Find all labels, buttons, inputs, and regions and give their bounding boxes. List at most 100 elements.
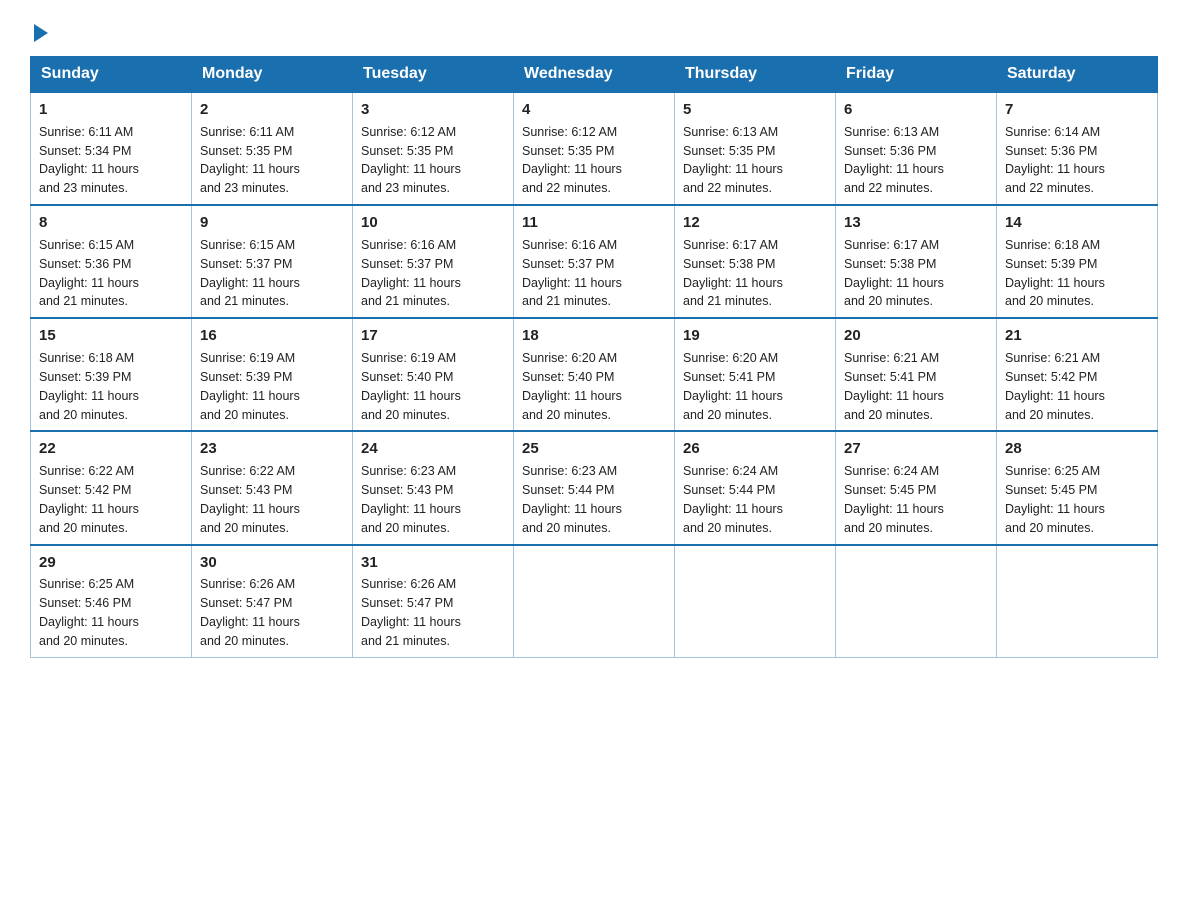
day-number: 26	[683, 438, 827, 460]
day-number: 13	[844, 212, 988, 234]
weekday-header-friday: Friday	[836, 57, 997, 93]
day-info: Sunrise: 6:16 AMSunset: 5:37 PMDaylight:…	[361, 238, 461, 309]
calendar-cell: 9 Sunrise: 6:15 AMSunset: 5:37 PMDaylight…	[192, 205, 353, 318]
day-number: 16	[200, 325, 344, 347]
calendar-table: SundayMondayTuesdayWednesdayThursdayFrid…	[30, 56, 1158, 658]
weekday-header-monday: Monday	[192, 57, 353, 93]
calendar-cell: 17Sunrise: 6:19 AMSunset: 5:40 PMDayligh…	[353, 318, 514, 431]
calendar-cell: 6 Sunrise: 6:13 AMSunset: 5:36 PMDaylight…	[836, 92, 997, 205]
calendar-cell: 15 Sunrise: 6:18 AMSunset: 5:39 PMDayligh…	[31, 318, 192, 431]
day-info: Sunrise: 6:12 AMSunset: 5:35 PMDaylight:…	[522, 125, 622, 196]
day-number: 8	[39, 212, 183, 234]
day-info: Sunrise: 6:21 AMSunset: 5:41 PMDaylight:…	[844, 351, 944, 422]
day-number: 5	[683, 99, 827, 121]
calendar-cell	[836, 545, 997, 658]
weekday-header-row: SundayMondayTuesdayWednesdayThursdayFrid…	[31, 57, 1158, 93]
calendar-cell: 31Sunrise: 6:26 AMSunset: 5:47 PMDayligh…	[353, 545, 514, 658]
calendar-cell: 10 Sunrise: 6:16 AMSunset: 5:37 PMDayligh…	[353, 205, 514, 318]
day-number: 28	[1005, 438, 1149, 460]
day-number: 1	[39, 99, 183, 121]
day-info: Sunrise: 6:18 AMSunset: 5:39 PMDaylight:…	[1005, 238, 1105, 309]
day-number: 10	[361, 212, 505, 234]
day-info: Sunrise: 6:12 AMSunset: 5:35 PMDaylight:…	[361, 125, 461, 196]
calendar-cell	[514, 545, 675, 658]
day-info: Sunrise: 6:14 AMSunset: 5:36 PMDaylight:…	[1005, 125, 1105, 196]
day-info: Sunrise: 6:17 AMSunset: 5:38 PMDaylight:…	[844, 238, 944, 309]
calendar-cell: 29Sunrise: 6:25 AMSunset: 5:46 PMDayligh…	[31, 545, 192, 658]
day-number: 7	[1005, 99, 1149, 121]
calendar-cell: 7 Sunrise: 6:14 AMSunset: 5:36 PMDaylight…	[997, 92, 1158, 205]
weekday-header-thursday: Thursday	[675, 57, 836, 93]
page-header	[30, 20, 1158, 38]
calendar-cell	[675, 545, 836, 658]
day-info: Sunrise: 6:13 AMSunset: 5:35 PMDaylight:…	[683, 125, 783, 196]
calendar-cell: 2 Sunrise: 6:11 AMSunset: 5:35 PMDaylight…	[192, 92, 353, 205]
calendar-cell: 19 Sunrise: 6:20 AMSunset: 5:41 PMDayligh…	[675, 318, 836, 431]
calendar-cell: 14 Sunrise: 6:18 AMSunset: 5:39 PMDayligh…	[997, 205, 1158, 318]
week-row-4: 22Sunrise: 6:22 AMSunset: 5:42 PMDayligh…	[31, 431, 1158, 544]
calendar-cell: 23 Sunrise: 6:22 AMSunset: 5:43 PMDayligh…	[192, 431, 353, 544]
day-number: 23	[200, 438, 344, 460]
week-row-5: 29Sunrise: 6:25 AMSunset: 5:46 PMDayligh…	[31, 545, 1158, 658]
calendar-cell: 25 Sunrise: 6:23 AMSunset: 5:44 PMDayligh…	[514, 431, 675, 544]
calendar-cell: 18 Sunrise: 6:20 AMSunset: 5:40 PMDayligh…	[514, 318, 675, 431]
day-number: 9	[200, 212, 344, 234]
day-info: Sunrise: 6:24 AMSunset: 5:45 PMDaylight:…	[844, 464, 944, 535]
weekday-header-saturday: Saturday	[997, 57, 1158, 93]
day-info: Sunrise: 6:22 AMSunset: 5:43 PMDaylight:…	[200, 464, 300, 535]
calendar-cell: 28Sunrise: 6:25 AMSunset: 5:45 PMDayligh…	[997, 431, 1158, 544]
day-info: Sunrise: 6:21 AMSunset: 5:42 PMDaylight:…	[1005, 351, 1105, 422]
logo-arrow-icon	[34, 24, 48, 42]
day-info: Sunrise: 6:23 AMSunset: 5:43 PMDaylight:…	[361, 464, 461, 535]
logo	[30, 20, 48, 38]
day-number: 30	[200, 552, 344, 574]
day-info: Sunrise: 6:15 AMSunset: 5:37 PMDaylight:…	[200, 238, 300, 309]
day-info: Sunrise: 6:20 AMSunset: 5:41 PMDaylight:…	[683, 351, 783, 422]
calendar-cell: 20 Sunrise: 6:21 AMSunset: 5:41 PMDayligh…	[836, 318, 997, 431]
week-row-3: 15 Sunrise: 6:18 AMSunset: 5:39 PMDayligh…	[31, 318, 1158, 431]
day-number: 22	[39, 438, 183, 460]
day-number: 15	[39, 325, 183, 347]
day-number: 19	[683, 325, 827, 347]
day-info: Sunrise: 6:11 AMSunset: 5:34 PMDaylight:…	[39, 125, 139, 196]
calendar-cell: 5 Sunrise: 6:13 AMSunset: 5:35 PMDaylight…	[675, 92, 836, 205]
day-number: 25	[522, 438, 666, 460]
day-number: 29	[39, 552, 183, 574]
day-info: Sunrise: 6:18 AMSunset: 5:39 PMDaylight:…	[39, 351, 139, 422]
day-info: Sunrise: 6:13 AMSunset: 5:36 PMDaylight:…	[844, 125, 944, 196]
calendar-cell: 27 Sunrise: 6:24 AMSunset: 5:45 PMDayligh…	[836, 431, 997, 544]
day-info: Sunrise: 6:15 AMSunset: 5:36 PMDaylight:…	[39, 238, 139, 309]
calendar-cell: 30Sunrise: 6:26 AMSunset: 5:47 PMDayligh…	[192, 545, 353, 658]
day-info: Sunrise: 6:16 AMSunset: 5:37 PMDaylight:…	[522, 238, 622, 309]
calendar-cell: 8 Sunrise: 6:15 AMSunset: 5:36 PMDaylight…	[31, 205, 192, 318]
calendar-cell: 26 Sunrise: 6:24 AMSunset: 5:44 PMDayligh…	[675, 431, 836, 544]
calendar-cell: 13 Sunrise: 6:17 AMSunset: 5:38 PMDayligh…	[836, 205, 997, 318]
calendar-cell: 3Sunrise: 6:12 AMSunset: 5:35 PMDaylight…	[353, 92, 514, 205]
day-number: 2	[200, 99, 344, 121]
calendar-cell: 21 Sunrise: 6:21 AMSunset: 5:42 PMDayligh…	[997, 318, 1158, 431]
week-row-2: 8 Sunrise: 6:15 AMSunset: 5:36 PMDaylight…	[31, 205, 1158, 318]
day-number: 21	[1005, 325, 1149, 347]
day-info: Sunrise: 6:19 AMSunset: 5:39 PMDaylight:…	[200, 351, 300, 422]
weekday-header-wednesday: Wednesday	[514, 57, 675, 93]
day-number: 14	[1005, 212, 1149, 234]
calendar-cell: 11 Sunrise: 6:16 AMSunset: 5:37 PMDayligh…	[514, 205, 675, 318]
day-number: 4	[522, 99, 666, 121]
day-number: 12	[683, 212, 827, 234]
day-number: 6	[844, 99, 988, 121]
day-info: Sunrise: 6:17 AMSunset: 5:38 PMDaylight:…	[683, 238, 783, 309]
day-number: 11	[522, 212, 666, 234]
day-info: Sunrise: 6:20 AMSunset: 5:40 PMDaylight:…	[522, 351, 622, 422]
calendar-cell: 22Sunrise: 6:22 AMSunset: 5:42 PMDayligh…	[31, 431, 192, 544]
day-info: Sunrise: 6:24 AMSunset: 5:44 PMDaylight:…	[683, 464, 783, 535]
day-number: 27	[844, 438, 988, 460]
calendar-cell: 16 Sunrise: 6:19 AMSunset: 5:39 PMDayligh…	[192, 318, 353, 431]
day-number: 20	[844, 325, 988, 347]
calendar-cell: 1 Sunrise: 6:11 AMSunset: 5:34 PMDaylight…	[31, 92, 192, 205]
weekday-header-sunday: Sunday	[31, 57, 192, 93]
day-number: 31	[361, 552, 505, 574]
day-info: Sunrise: 6:11 AMSunset: 5:35 PMDaylight:…	[200, 125, 300, 196]
week-row-1: 1 Sunrise: 6:11 AMSunset: 5:34 PMDaylight…	[31, 92, 1158, 205]
day-number: 18	[522, 325, 666, 347]
day-info: Sunrise: 6:23 AMSunset: 5:44 PMDaylight:…	[522, 464, 622, 535]
